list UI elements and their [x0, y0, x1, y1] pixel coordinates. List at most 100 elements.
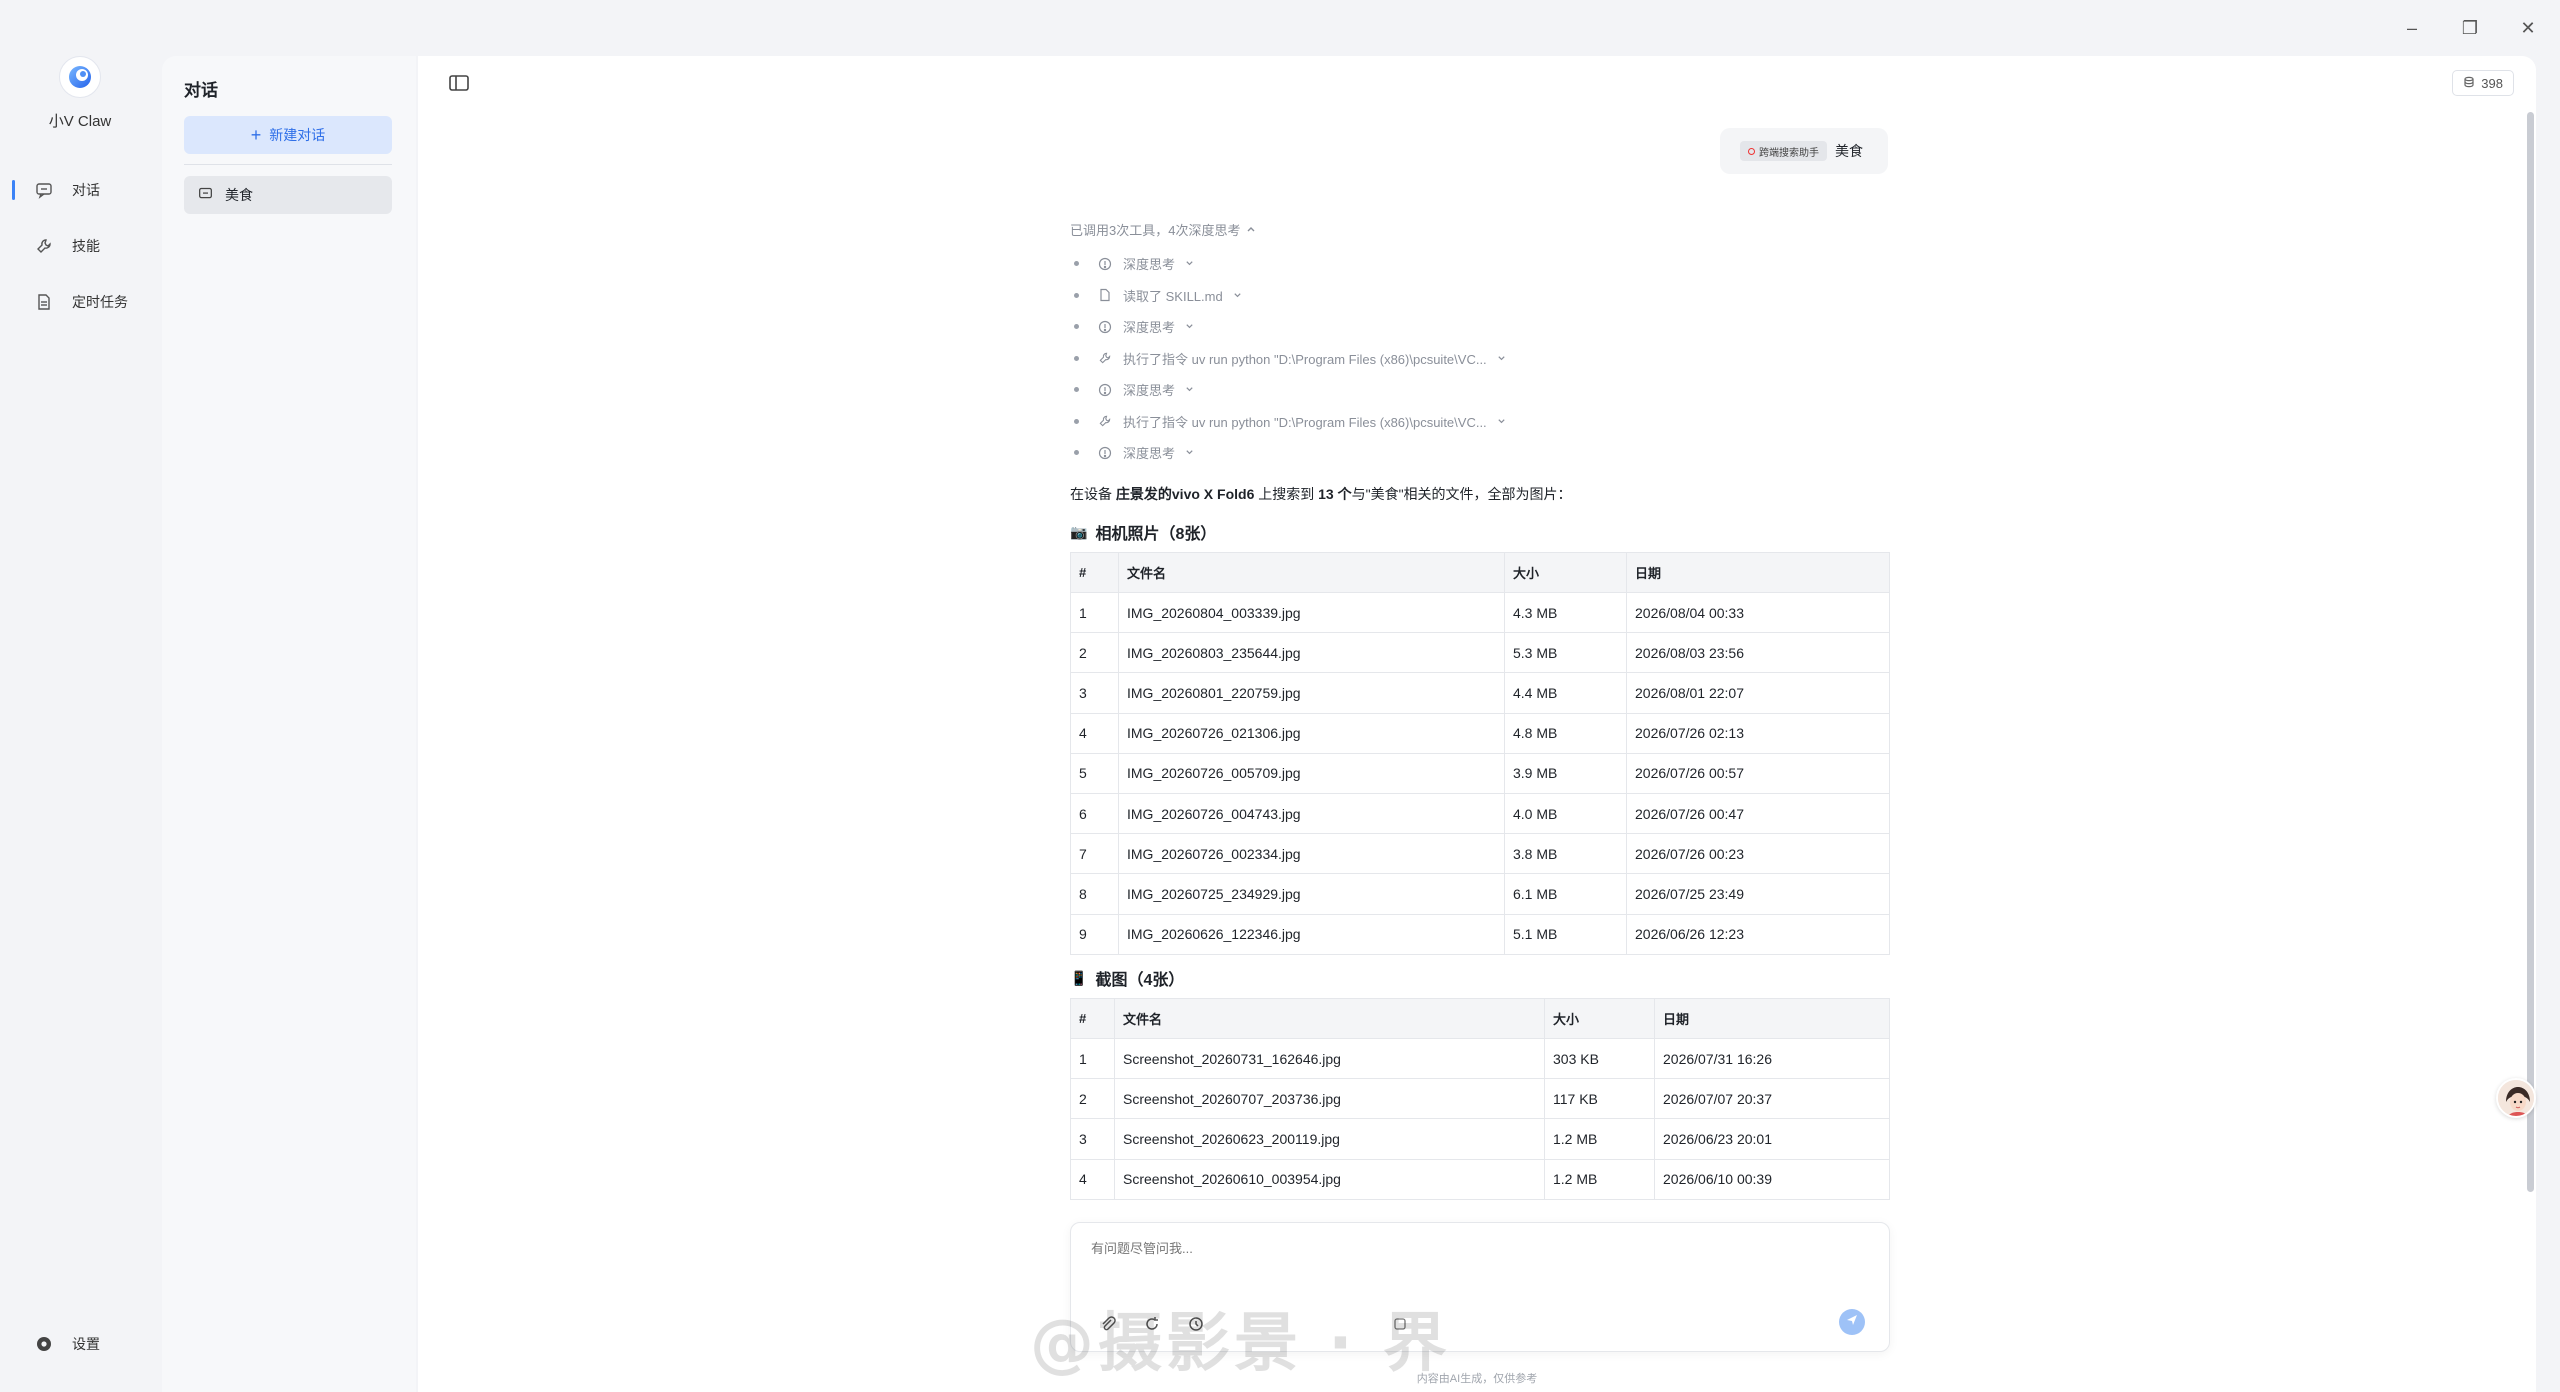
column-header: #: [1070, 998, 1115, 1039]
table-cell: 2026/07/26 02:13: [1626, 712, 1890, 754]
table-row: 9 IMG_20260626_122346.jpg 5.1 MB 2026/06/26…: [1070, 913, 1890, 955]
trace-item[interactable]: 读取了 SKILL.md: [1070, 280, 1506, 312]
thinking-icon: [1097, 256, 1113, 272]
table-cell: IMG_20260726_004743.jpg: [1118, 792, 1505, 835]
chevron-up-icon: [1246, 222, 1256, 237]
table-row: 4 Screenshot_20260610_003954.jpg 1.2 MB 202…: [1070, 1158, 1890, 1200]
user-message: 跨端搜索助手 美食: [1720, 128, 1888, 174]
bullet: [1074, 324, 1079, 330]
table-cell: 7: [1070, 833, 1119, 875]
table-cell: 1.2 MB: [1544, 1118, 1655, 1160]
table-cell: 1: [1070, 1037, 1115, 1080]
document-icon: [34, 292, 54, 312]
rail-item-label: 技能: [72, 238, 100, 254]
trace-summary-toggle[interactable]: 已调用3次工具，4次深度思考: [1070, 220, 1256, 239]
table-row: 2 Screenshot_20260707_203736.jpg 117 KB 202…: [1070, 1078, 1890, 1120]
settings-button[interactable]: 设置: [34, 1334, 100, 1354]
table-cell: 3.8 MB: [1504, 833, 1627, 875]
trace-item[interactable]: 执行了指令 uv run python "D:\Program Files (x…: [1070, 343, 1506, 375]
camera-icon: 📷: [1070, 523, 1088, 540]
trace-item[interactable]: 深度思考: [1070, 437, 1506, 469]
trace-item[interactable]: 深度思考: [1070, 248, 1506, 280]
sidebar-toggle-icon[interactable]: [448, 72, 470, 94]
table-cell: IMG_20260726_002334.jpg: [1118, 833, 1505, 875]
send-button[interactable]: [1839, 1309, 1865, 1335]
column-header: 大小: [1504, 552, 1627, 593]
chevron-down-icon: [1185, 382, 1194, 397]
table-cell: 4.3 MB: [1504, 591, 1627, 634]
new-chat-button[interactable]: + 新建对话: [184, 116, 392, 154]
trace-item[interactable]: 深度思考: [1070, 374, 1506, 406]
table-cell: 2026/06/26 12:23: [1626, 913, 1890, 955]
restore-button[interactable]: ❐: [2456, 14, 2484, 42]
trace-item[interactable]: 执行了指令 uv run python "D:\Program Files (x…: [1070, 406, 1506, 438]
table-cell: IMG_20260626_122346.jpg: [1118, 913, 1505, 955]
column-header: #: [1070, 552, 1119, 593]
table-cell: 4.0 MB: [1504, 792, 1627, 835]
rail-item-chat[interactable]: 对话: [0, 162, 160, 218]
window-controls: – ❐ ✕: [2398, 14, 2542, 42]
camera-section-title-text: 相机照片（8张）: [1095, 526, 1217, 543]
minimize-button[interactable]: –: [2398, 14, 2426, 42]
table-cell: 303 KB: [1544, 1037, 1655, 1080]
table-cell: Screenshot_20260623_200119.jpg: [1114, 1118, 1545, 1160]
trace-item-text: 执行了指令 uv run python "D:\Program Files (x…: [1123, 351, 1487, 367]
table-cell: 2: [1070, 1078, 1115, 1120]
conversation-item[interactable]: 美食: [184, 176, 392, 214]
table-row: 1 IMG_20260804_003339.jpg 4.3 MB 2026/08/04…: [1070, 591, 1890, 634]
chat-bubble-icon: [198, 186, 213, 204]
table-cell: 4: [1070, 1158, 1115, 1200]
trace-list: 深度思考 读取了 SKILL.md 深度思考 执行了指令 uv run pyth…: [1070, 248, 1506, 469]
bullet: [1074, 355, 1079, 361]
table-cell: 1.2 MB: [1544, 1158, 1655, 1200]
table-cell: 9: [1070, 913, 1119, 955]
close-button[interactable]: ✕: [2514, 14, 2542, 42]
rail-item-skills[interactable]: 技能: [0, 218, 160, 274]
trace-item-text: 深度思考: [1123, 257, 1176, 273]
scrollbar[interactable]: [2527, 112, 2534, 1192]
phone-icon: 📱: [1070, 969, 1088, 986]
trace-item[interactable]: 深度思考: [1070, 311, 1506, 343]
chevron-down-icon: [1497, 351, 1506, 366]
gear-icon: [34, 1334, 54, 1354]
table-cell: 2026/08/04 00:33: [1626, 591, 1890, 634]
chevron-down-icon: [1185, 319, 1194, 334]
app-rail: 小V Claw 对话 技能 定时任务 设置: [0, 0, 160, 1392]
bullet: [1074, 418, 1079, 424]
database-icon: [2463, 76, 2475, 91]
table-row: 7 IMG_20260726_002334.jpg 3.8 MB 2026/07/26…: [1070, 833, 1890, 875]
table-cell: IMG_20260726_005709.jpg: [1118, 752, 1505, 794]
table-cell: IMG_20260801_220759.jpg: [1118, 672, 1505, 714]
table-cell: 3: [1070, 672, 1119, 714]
settings-label: 设置: [72, 1336, 100, 1352]
table-cell: 4.4 MB: [1504, 672, 1627, 714]
tool-icon: [1097, 413, 1113, 429]
conversation-item-label: 美食: [225, 187, 253, 203]
thinking-icon: [1097, 382, 1113, 398]
answer-intro-suffix: 与"美食"相关的文件，全部为图片：: [1351, 486, 1572, 502]
table-cell: IMG_20260803_235644.jpg: [1118, 632, 1505, 674]
table-cell: 8: [1070, 873, 1119, 915]
camera-files-table: # 文件名 大小 日期 1 IMG_20260804_003339.jpg 4.3 …: [1070, 552, 1890, 955]
table-row: 6 IMG_20260726_004743.jpg 4.0 MB 2026/07/26…: [1070, 792, 1890, 835]
rail-item-label: 定时任务: [72, 294, 128, 310]
rail-item-scheduled-tasks[interactable]: 定时任务: [0, 274, 160, 330]
chevron-down-icon: [1185, 445, 1194, 460]
rail-nav: 对话 技能 定时任务: [0, 162, 160, 330]
table-cell: IMG_20260804_003339.jpg: [1118, 591, 1505, 634]
table-cell: 2026/07/07 20:37: [1654, 1078, 1890, 1120]
answer-intro: 在设备 庄景发的vivo X Fold6 上搜索到 13 个与"美食"相关的文件…: [1070, 484, 1572, 504]
table-cell: 4.8 MB: [1504, 712, 1627, 754]
table-cell: 2026/07/31 16:26: [1654, 1037, 1890, 1080]
trace-item-text: 深度思考: [1123, 446, 1176, 462]
table-header-row: # 文件名 大小 日期: [1070, 998, 1890, 1039]
message-input[interactable]: [1091, 1241, 1851, 1256]
tool-chip-label: 跨端搜索助手: [1759, 147, 1819, 159]
assistant-avatar[interactable]: [2496, 1078, 2536, 1118]
table-cell: 4: [1070, 712, 1119, 754]
answer-intro-mid: 上搜索到: [1254, 486, 1319, 502]
trace-item-text: 读取了 SKILL.md: [1123, 288, 1223, 304]
table-cell: 5.3 MB: [1504, 632, 1627, 674]
conversation-panel: 对话 + 新建对话 美食: [162, 56, 416, 1392]
column-header: 日期: [1654, 998, 1890, 1039]
